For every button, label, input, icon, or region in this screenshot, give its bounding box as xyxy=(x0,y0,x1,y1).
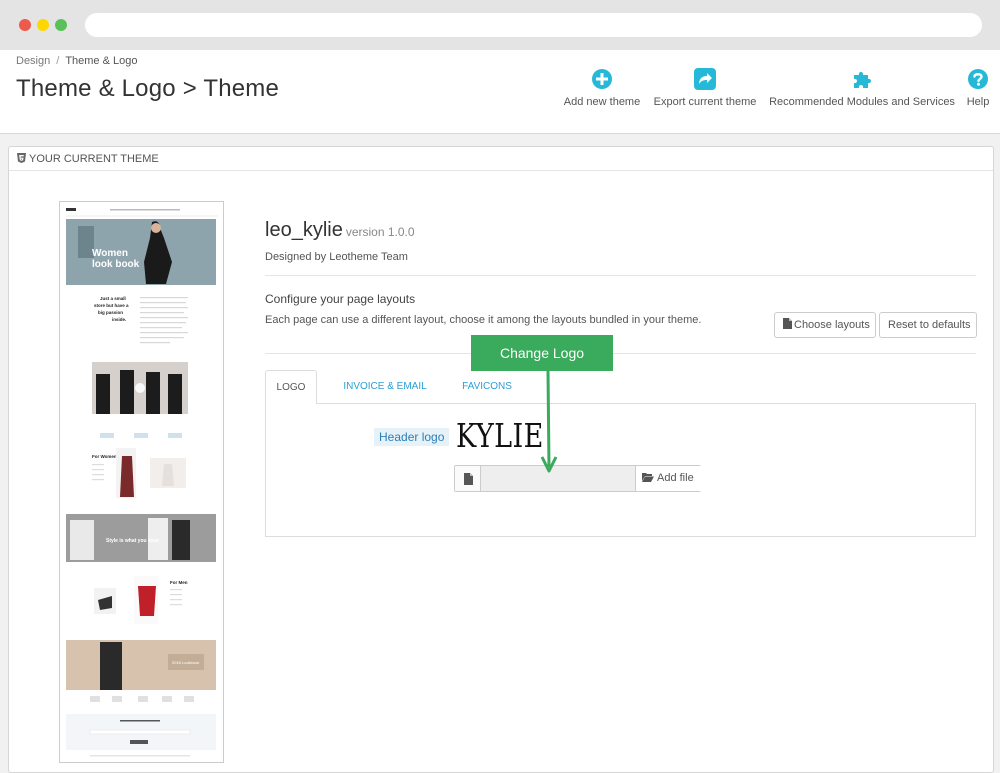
theme-version: version 1.0.0 xyxy=(345,225,415,239)
layouts-description: Each page can use a different layout, ch… xyxy=(265,314,702,326)
change-logo-callout: Change Logo xyxy=(471,335,613,371)
choose-layouts-button[interactable]: Choose layouts xyxy=(774,312,876,338)
header-logo-label: Header logo xyxy=(374,428,450,446)
svg-text:big passion: big passion xyxy=(98,310,123,315)
folder-open-icon xyxy=(642,473,654,482)
current-theme-panel: YOUR CURRENT THEME Women look book Just … xyxy=(8,146,994,773)
add-new-theme-button[interactable]: Add new theme xyxy=(560,68,644,108)
add-new-theme-label: Add new theme xyxy=(563,96,641,108)
tab-logo[interactable]: LOGO xyxy=(265,370,317,405)
tab-favicons[interactable]: FAVICONS xyxy=(457,370,517,405)
file-icon xyxy=(464,473,473,485)
svg-text:inside.: inside. xyxy=(112,317,126,322)
page-title: Theme & Logo > Theme xyxy=(16,75,280,102)
choose-layouts-label: Choose layouts xyxy=(794,319,870,331)
logo-tab-content: Header logo KYLIE Add file xyxy=(265,404,976,537)
admin-window: Design / Theme & Logo Theme & Logo > Theme… xyxy=(0,50,1000,773)
divider xyxy=(265,275,976,276)
logo-tabs: LOGO INVOICE & EMAIL LOGOS FAVICONS xyxy=(265,370,976,426)
panel-heading-label: YOUR CURRENT THEME xyxy=(29,153,159,165)
panel-heading: YOUR CURRENT THEME xyxy=(9,147,993,171)
puzzle-icon xyxy=(854,72,871,88)
question-circle-icon xyxy=(968,69,988,89)
preview-lookbook: 2016 Lookbook xyxy=(172,660,199,665)
svg-text:Just a small: Just a small xyxy=(100,296,126,301)
help-label: Help xyxy=(966,96,990,108)
export-current-theme-button[interactable]: Export current theme xyxy=(650,68,760,108)
theme-designer: Designed by Leotheme Team xyxy=(265,251,408,263)
callout-arrow-icon xyxy=(540,371,558,473)
minimize-window-button[interactable] xyxy=(37,19,49,31)
page-header: Design / Theme & Logo Theme & Logo > Theme… xyxy=(0,50,1000,134)
share-icon xyxy=(694,68,716,90)
plus-circle-icon xyxy=(592,69,612,89)
svg-text:store but have a: store but have a xyxy=(94,303,129,308)
file-icon-box xyxy=(455,466,481,491)
current-header-logo: KYLIE xyxy=(456,416,544,455)
theme-name-text: leo_kylie xyxy=(265,219,343,241)
maximize-window-button[interactable] xyxy=(55,19,67,31)
breadcrumb-separator: / xyxy=(56,55,60,67)
logo-file-upload: Add file xyxy=(454,465,701,492)
divider xyxy=(265,353,976,354)
add-file-label: Add file xyxy=(657,472,694,484)
address-bar[interactable] xyxy=(85,13,982,37)
layouts-title: Configure your page layouts xyxy=(265,292,416,306)
recommended-modules-button[interactable]: Recommended Modules and Services xyxy=(768,68,956,108)
preview-hero-text-1: Women xyxy=(92,248,128,259)
file-icon xyxy=(783,318,792,329)
help-button[interactable]: Help xyxy=(962,68,994,108)
preview-hero-text-2: look book xyxy=(92,259,140,270)
breadcrumb-theme-logo: Theme & Logo xyxy=(65,55,138,67)
browser-chrome xyxy=(0,0,1000,50)
theme-preview-image: Women look book Just a small store but h… xyxy=(59,201,224,763)
preview-for-women: For Women xyxy=(92,454,117,459)
recommended-modules-label: Recommended Modules and Services xyxy=(769,96,955,108)
breadcrumb-design[interactable]: Design xyxy=(16,55,50,67)
export-current-theme-label: Export current theme xyxy=(653,96,757,108)
theme-preview-drawing: Women look book Just a small store but h… xyxy=(60,202,223,762)
add-file-button[interactable]: Add file xyxy=(635,466,701,491)
tab-invoice-email-logos[interactable]: INVOICE & EMAIL LOGOS xyxy=(325,370,445,426)
html5-icon xyxy=(17,153,26,163)
preview-style-text: Style is what you wear xyxy=(106,538,159,544)
close-window-button[interactable] xyxy=(19,19,31,31)
reset-to-defaults-button[interactable]: Reset to defaults xyxy=(879,312,977,338)
theme-name: leo_kylie version 1.0.0 xyxy=(265,219,415,242)
breadcrumb: Design / Theme & Logo xyxy=(16,55,137,67)
preview-for-men: For Men xyxy=(170,580,188,585)
